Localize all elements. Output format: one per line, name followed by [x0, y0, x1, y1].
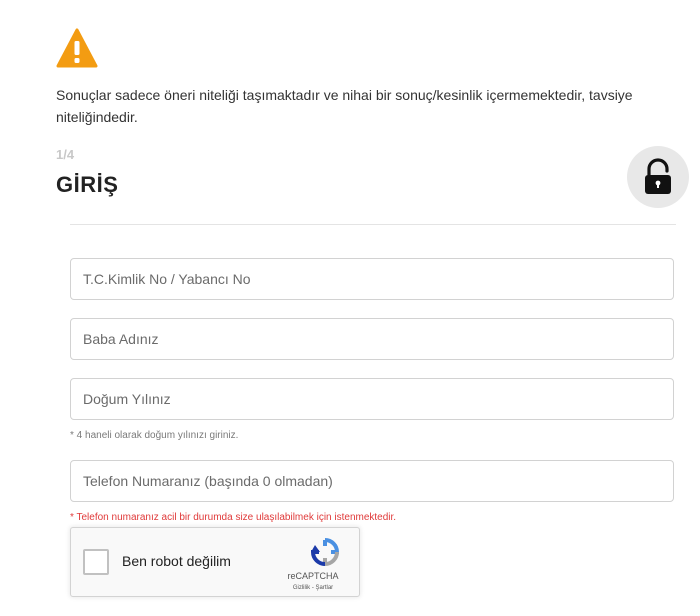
- recaptcha-label: Ben robot değilim: [122, 553, 231, 569]
- page-title: GİRİŞ: [56, 172, 119, 197]
- recaptcha-terms-link[interactable]: Gizlilik - Şartlar: [278, 585, 348, 591]
- recaptcha-checkbox[interactable]: [83, 549, 109, 575]
- tc-id-input[interactable]: [70, 258, 674, 300]
- phone-hint: * Telefon numaranız acil bir durumda siz…: [70, 512, 397, 523]
- header-divider: [70, 224, 676, 225]
- phone-input[interactable]: [70, 460, 674, 502]
- father-name-input[interactable]: [70, 318, 674, 360]
- lock-icon: [645, 158, 671, 194]
- step-indicator: 1/4: [56, 147, 75, 162]
- lock-badge: [627, 146, 689, 208]
- recaptcha-brand: reCAPTCHA: [287, 571, 339, 581]
- recaptcha-widget: Ben robot değilim reCAPTCHA Gizlilik - Ş…: [70, 527, 360, 597]
- disclaimer-text: Sonuçlar sadece öneri niteliği taşımakta…: [56, 87, 633, 125]
- birth-year-input[interactable]: [70, 378, 674, 420]
- birth-year-hint: * 4 haneli olarak doğum yılınızı giriniz…: [70, 430, 239, 441]
- recaptcha-logo-icon: [310, 538, 340, 567]
- warning-icon: [56, 28, 98, 68]
